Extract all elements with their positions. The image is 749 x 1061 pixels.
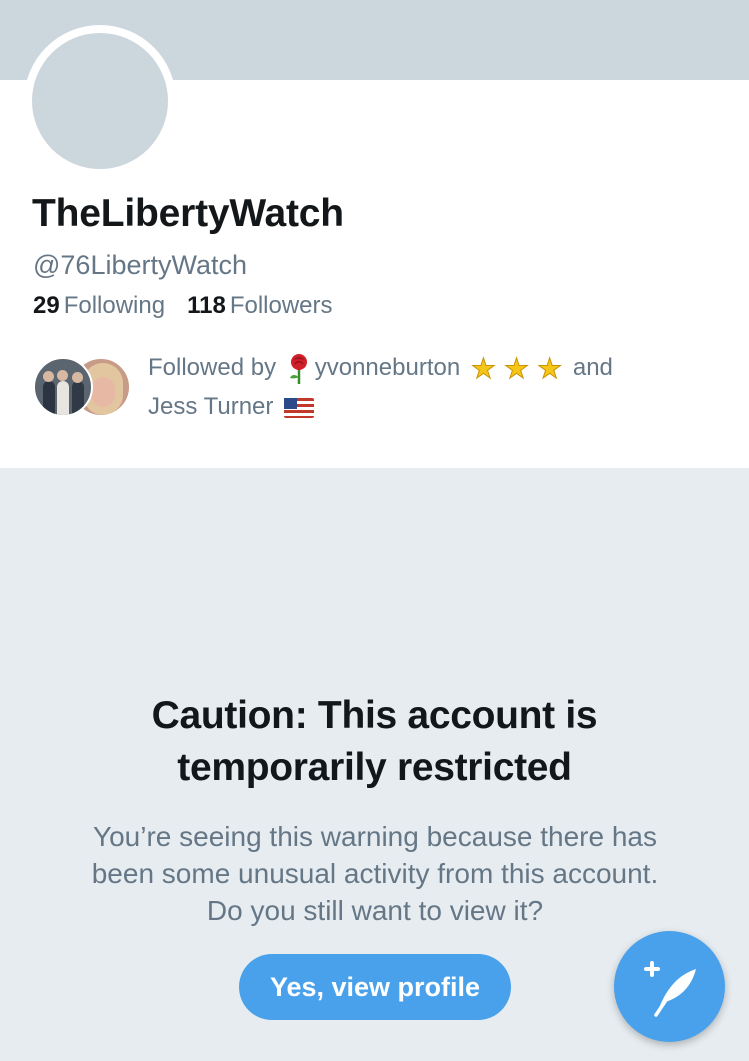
- follower-name-jess-turner: Jess Turner: [148, 393, 274, 420]
- follower-name-yvonneburton: yvonneburton: [314, 354, 461, 381]
- caution-title-text: Caution: This account is temporarily res…: [151, 694, 598, 789]
- following-label: Following: [63, 292, 166, 319]
- followers-label: Followers: [229, 292, 333, 319]
- star-icon: ★: [470, 352, 496, 384]
- followed-by-conjunction: and: [572, 354, 613, 381]
- compose-tweet-button[interactable]: [614, 931, 725, 1042]
- followers-count: 118: [187, 292, 226, 319]
- following-stat[interactable]: 29 Following: [33, 292, 165, 320]
- followed-by-text[interactable]: Followed by yvonneburton ★ ★ ★ and Jess Tu…: [148, 348, 718, 426]
- follower-avatar-group-photo: [33, 357, 93, 417]
- following-count: 29: [33, 292, 60, 319]
- star-icon: ★: [537, 352, 563, 384]
- us-flag-icon: [284, 397, 315, 418]
- profile-stats: 29 Following 118 Followers: [33, 292, 333, 320]
- handle: @76LibertyWatch: [33, 250, 247, 280]
- caution-title: Caution: This account is temporarily res…: [0, 690, 749, 794]
- followed-by-prefix: Followed by: [148, 354, 277, 381]
- compose-feather-icon: [644, 961, 696, 1017]
- followers-stat[interactable]: 118 Followers: [187, 292, 332, 320]
- caution-message: You’re seeing this warning because there…: [91, 821, 659, 926]
- rose-icon: [287, 353, 311, 385]
- display-name: TheLibertyWatch: [32, 192, 344, 235]
- star-icon: ★: [503, 352, 530, 384]
- avatar[interactable]: [32, 33, 168, 169]
- view-profile-button[interactable]: Yes, view profile: [239, 954, 511, 1020]
- followed-by-avatars[interactable]: [33, 357, 133, 419]
